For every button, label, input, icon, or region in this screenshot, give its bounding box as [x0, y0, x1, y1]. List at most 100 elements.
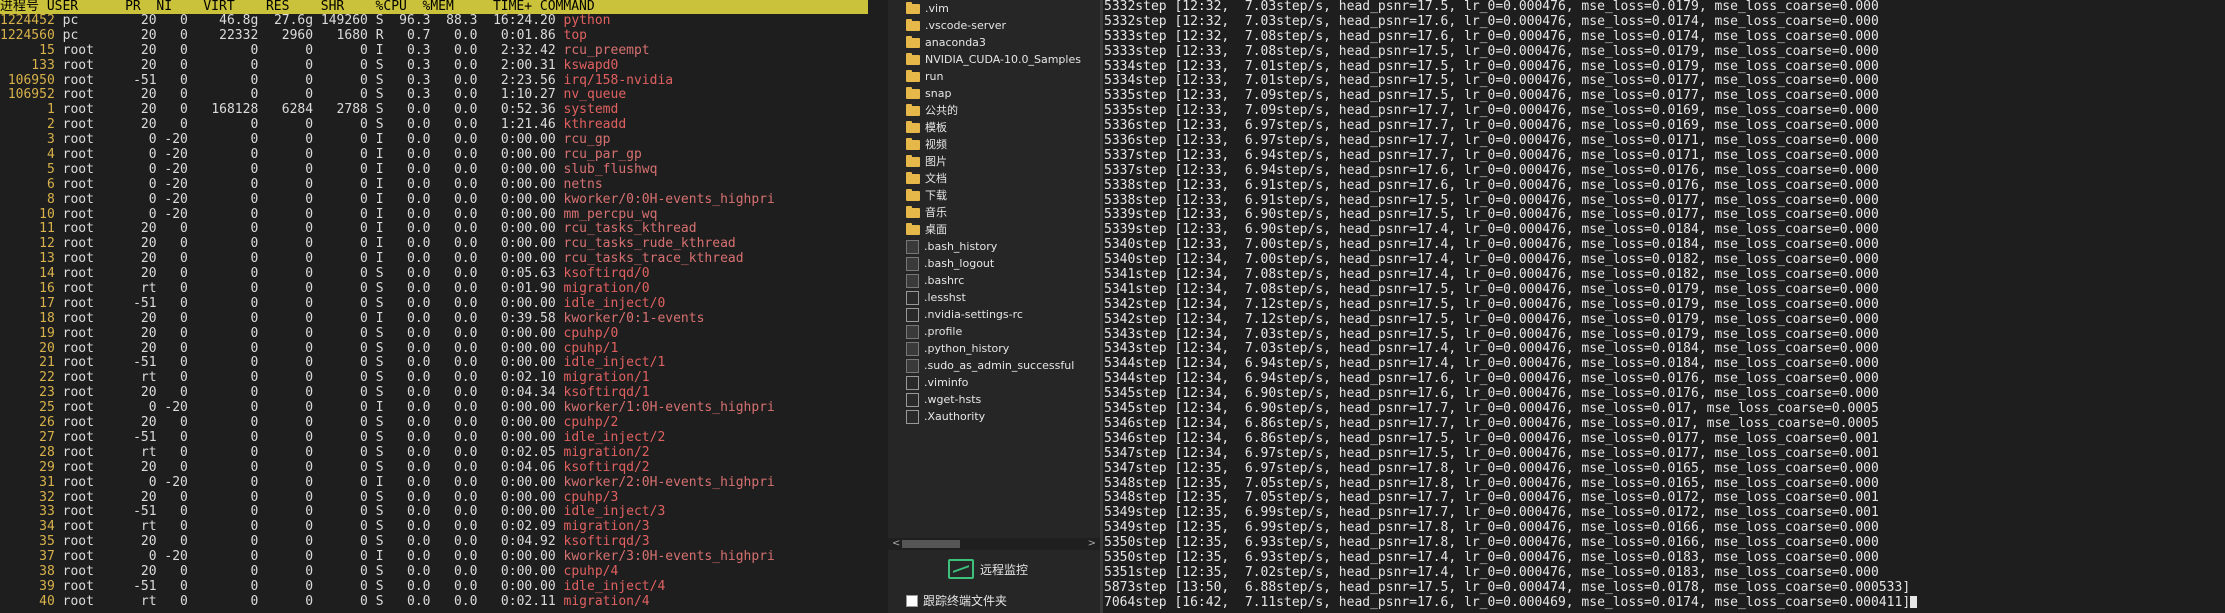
- file-item[interactable]: run: [888, 68, 1100, 85]
- file-item[interactable]: .Xauthority: [888, 408, 1100, 425]
- process-row[interactable]: 33 root -51 0 0 0 0 S 0.0 0.0 0:00.00 id…: [0, 504, 868, 520]
- file-item[interactable]: 下载: [888, 187, 1100, 204]
- process-command: kworker/0:1-events: [563, 310, 705, 326]
- process-row[interactable]: 27 root -51 0 0 0 0 S 0.0 0.0 0:00.00 id…: [0, 430, 868, 446]
- terminal-panel[interactable]: 5332step [12:32, 7.03step/s, head_psnr=1…: [1103, 0, 2225, 613]
- process-row[interactable]: 21 root -51 0 0 0 0 S 0.0 0.0 0:00.00 id…: [0, 356, 868, 371]
- process-row[interactable]: 3 root 0 -20 0 0 0 I 0.0 0.0 0:00.00 rcu…: [0, 132, 868, 148]
- htop-panel[interactable]: 进程号 USER PR NI VIRT RES SHR %CPU %MEM TI…: [0, 0, 868, 613]
- file-icon: [906, 341, 919, 356]
- terminal-line: 5351step [12:35, 7.02step/s, head_psnr=1…: [1104, 564, 1879, 580]
- process-row[interactable]: 8 root 0 -20 0 0 0 I 0.0 0.0 0:00.00 kwo…: [0, 191, 868, 208]
- process-pid: 1: [0, 102, 55, 118]
- file-item[interactable]: 公共的: [888, 102, 1100, 119]
- file-item[interactable]: 模板: [888, 119, 1100, 136]
- process-command: top: [563, 27, 588, 43]
- process-row[interactable]: 106952 root 20 0 0 0 0 S 0.3 0.0 1:10.27…: [0, 88, 868, 103]
- file-item[interactable]: NVIDIA_CUDA-10.0_Samples: [888, 51, 1100, 68]
- process-row[interactable]: 20 root 20 0 0 0 0 S 0.0 0.0 0:00.00 cpu…: [0, 341, 868, 357]
- file-item[interactable]: anaconda3: [888, 34, 1100, 51]
- file-item[interactable]: snap: [888, 85, 1100, 102]
- process-command: kswapd0: [563, 57, 619, 73]
- file-item[interactable]: .bashrc: [888, 272, 1100, 289]
- process-row[interactable]: 14 root 20 0 0 0 0 S 0.0 0.0 0:05.63 kso…: [0, 266, 868, 282]
- file-item[interactable]: .profile: [888, 323, 1100, 340]
- file-list[interactable]: .vim .vscode-server anaconda3 NVIDIA_CUDA-1…: [888, 0, 1100, 425]
- file-item[interactable]: .sudo_as_admin_successful: [888, 357, 1100, 374]
- process-row[interactable]: 10 root 0 -20 0 0 0 I 0.0 0.0 0:00.00 mm…: [0, 207, 868, 223]
- terminal-line: 5339step [12:33, 6.90step/s, head_psnr=1…: [1104, 222, 1879, 238]
- file-item[interactable]: .vscode-server: [888, 17, 1100, 34]
- process-row[interactable]: 6 root 0 -20 0 0 0 I 0.0 0.0 0:00.00 net…: [0, 177, 868, 193]
- process-row[interactable]: 28 root rt 0 0 0 0 S 0.0 0.0 0:02.05 mig…: [0, 445, 868, 461]
- process-list[interactable]: 1224452 pc 20 0 46.8g 27.6g 149260 S 96.…: [0, 13, 868, 610]
- follow-terminal-folder-option[interactable]: 跟踪终端文件夹: [906, 592, 1007, 609]
- process-row[interactable]: 1224560 pc 20 0 22332 2960 1680 R 0.7 0.…: [0, 27, 868, 44]
- process-row[interactable]: 35 root 20 0 0 0 0 S 0.0 0.0 0:04.92 kso…: [0, 534, 868, 550]
- file-item[interactable]: 桌面: [888, 221, 1100, 238]
- process-command: cpuhp/3: [563, 489, 619, 505]
- remote-monitor-button[interactable]: 远程监控: [948, 559, 1028, 579]
- follow-terminal-label: 跟踪终端文件夹: [923, 594, 1008, 608]
- process-row[interactable]: 4 root 0 -20 0 0 0 I 0.0 0.0 0:00.00 rcu…: [0, 147, 868, 163]
- process-stats: root 20 0 0 0 0 S 0.0 0.0 0:00.00: [54, 489, 564, 505]
- file-item[interactable]: .viminfo: [888, 374, 1100, 391]
- follow-terminal-checkbox[interactable]: [906, 594, 918, 607]
- terminal-line: 5348step [12:35, 7.05step/s, head_psnr=1…: [1104, 475, 1879, 491]
- terminal-output[interactable]: 5332step [12:32, 7.03step/s, head_psnr=1…: [1103, 0, 2225, 611]
- file-icon: [906, 324, 919, 339]
- process-row[interactable]: 29 root 20 0 0 0 0 S 0.0 0.0 0:04.06 kso…: [0, 460, 868, 476]
- process-row[interactable]: 11 root 20 0 0 0 0 I 0.0 0.0 0:00.00 rcu…: [0, 222, 868, 237]
- process-pid: 17: [0, 295, 55, 311]
- process-row[interactable]: 40 root rt 0 0 0 0 S 0.0 0.0 0:02.11 mig…: [0, 594, 868, 610]
- process-command: ksoftirqd/0: [563, 266, 650, 282]
- process-row[interactable]: 23 root 20 0 0 0 0 S 0.0 0.0 0:04.34 kso…: [0, 385, 868, 401]
- process-command: kworker/0:0H-events_highpri: [563, 191, 775, 207]
- horizontal-scrollbar[interactable]: < >: [888, 538, 1100, 550]
- process-row[interactable]: 17 root -51 0 0 0 0 S 0.0 0.0 0:00.00 id…: [0, 295, 868, 312]
- file-item[interactable]: 音乐: [888, 204, 1100, 221]
- terminal-line: 5341step [12:34, 7.08step/s, head_psnr=1…: [1104, 267, 1879, 283]
- process-row[interactable]: 12 root 20 0 0 0 0 I 0.0 0.0 0:00.00 rcu…: [0, 236, 868, 252]
- scroll-left-arrow-icon[interactable]: <: [892, 538, 900, 549]
- scroll-right-arrow-icon[interactable]: >: [1088, 538, 1096, 549]
- file-item[interactable]: .python_history: [888, 340, 1100, 357]
- process-row[interactable]: 106950 root -51 0 0 0 0 S 0.3 0.0 2:23.5…: [0, 73, 868, 89]
- process-row[interactable]: 38 root 20 0 0 0 0 S 0.0 0.0 0:00.00 cpu…: [0, 564, 868, 580]
- scrollbar-thumb[interactable]: [902, 540, 960, 548]
- file-item[interactable]: 图片: [888, 153, 1100, 170]
- process-row[interactable]: 2 root 20 0 0 0 0 S 0.0 0.0 1:21.46 kthr…: [0, 117, 868, 133]
- process-row[interactable]: 15 root 20 0 0 0 0 I 0.3 0.0 2:32.42 rcu…: [0, 43, 868, 59]
- file-item[interactable]: 文档: [888, 170, 1100, 187]
- file-item[interactable]: .lesshst: [888, 289, 1100, 306]
- process-row[interactable]: 26 root 20 0 0 0 0 S 0.0 0.0 0:00.00 cpu…: [0, 415, 868, 431]
- process-row[interactable]: 13 root 20 0 0 0 0 I 0.0 0.0 0:00.00 rcu…: [0, 251, 868, 267]
- terminal-line: 5349step [12:35, 6.99step/s, head_psnr=1…: [1104, 520, 1879, 536]
- process-command: rcu_par_gp: [563, 147, 642, 163]
- file-item[interactable]: .wget-hsts: [888, 391, 1100, 408]
- terminal-line: 5342step [12:34, 7.12step/s, head_psnr=1…: [1104, 311, 1879, 327]
- file-item[interactable]: .vim: [888, 0, 1100, 17]
- file-browser-panel[interactable]: .vim .vscode-server anaconda3 NVIDIA_CUDA-1…: [888, 0, 1100, 613]
- file-item[interactable]: .nvidia-settings-rc: [888, 306, 1100, 323]
- process-row[interactable]: 133 root 20 0 0 0 0 S 0.3 0.0 2:00.31 ks…: [0, 57, 868, 74]
- process-row[interactable]: 34 root rt 0 0 0 0 S 0.0 0.0 0:02.09 mig…: [0, 519, 868, 535]
- process-row[interactable]: 32 root 20 0 0 0 0 S 0.0 0.0 0:00.00 cpu…: [0, 489, 868, 506]
- terminal-line: 5344step [12:34, 6.94step/s, head_psnr=1…: [1104, 356, 1879, 372]
- process-row[interactable]: 1224452 pc 20 0 46.8g 27.6g 149260 S 96.…: [0, 13, 868, 29]
- process-row[interactable]: 31 root 0 -20 0 0 0 I 0.0 0.0 0:00.00 kw…: [0, 475, 868, 491]
- folder-icon: [906, 222, 920, 235]
- process-row[interactable]: 25 root 0 -20 0 0 0 I 0.0 0.0 0:00.00 kw…: [0, 400, 868, 416]
- file-item[interactable]: .bash_history: [888, 238, 1100, 255]
- file-item[interactable]: 视频: [888, 136, 1100, 153]
- file-name: .bashrc: [924, 274, 965, 287]
- process-row[interactable]: 39 root -51 0 0 0 0 S 0.0 0.0 0:00.00 id…: [0, 579, 868, 595]
- process-row[interactable]: 16 root rt 0 0 0 0 S 0.0 0.0 0:01.90 mig…: [0, 281, 868, 297]
- file-item[interactable]: .bash_logout: [888, 255, 1100, 272]
- process-row[interactable]: 22 root rt 0 0 0 0 S 0.0 0.0 0:02.10 mig…: [0, 370, 868, 386]
- process-row[interactable]: 37 root 0 -20 0 0 0 I 0.0 0.0 0:00.00 kw…: [0, 549, 868, 565]
- process-row[interactable]: 19 root 20 0 0 0 0 S 0.0 0.0 0:00.00 cpu…: [0, 326, 868, 342]
- process-row[interactable]: 5 root 0 -20 0 0 0 I 0.0 0.0 0:00.00 slu…: [0, 162, 868, 178]
- process-row[interactable]: 1 root 20 0 168128 6284 2788 S 0.0 0.0 0…: [0, 102, 868, 118]
- process-row[interactable]: 18 root 20 0 0 0 0 I 0.0 0.0 0:39.58 kwo…: [0, 310, 868, 327]
